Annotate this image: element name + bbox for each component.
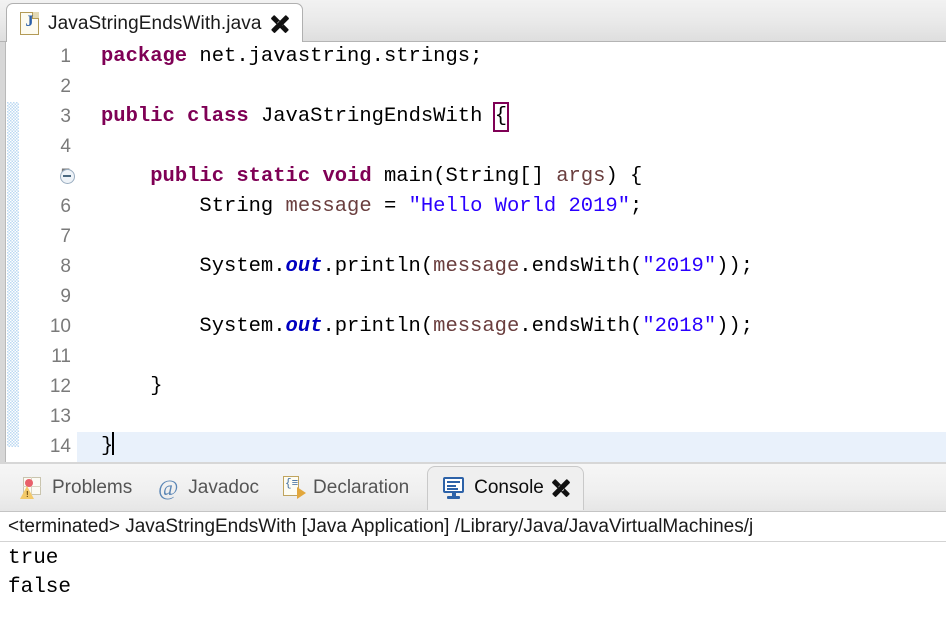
at-icon: @ (156, 476, 180, 500)
line-number: 3 (19, 102, 71, 132)
editor-tab-bar: J JavaStringEndsWith.java (0, 0, 946, 42)
keyword-class: class (187, 105, 249, 128)
class-name: JavaStringEndsWith (249, 105, 495, 128)
println-call: .println( (322, 315, 433, 338)
tab-console[interactable]: Console (427, 466, 584, 510)
semicolon: ; (630, 195, 642, 218)
tab-console-label: Console (474, 477, 544, 499)
declaration-icon: {≡ (283, 476, 305, 499)
editor-tab-label: JavaStringEndsWith.java (48, 13, 262, 35)
system-ref: System. (101, 315, 286, 338)
code-line-10: System.out.println(message.endsWith("201… (101, 312, 753, 342)
method-signature-tail: ) { (605, 165, 642, 188)
code-line-14: } (101, 432, 114, 462)
variable-message: message (286, 195, 372, 218)
problems-icon: ! (20, 476, 44, 500)
string-literal: "Hello World 2019" (409, 195, 630, 218)
tab-problems-label: Problems (52, 477, 132, 499)
tab-declaration-label: Declaration (313, 477, 409, 499)
parameter-args: args (556, 165, 605, 188)
current-line-highlight (77, 432, 946, 462)
line-number: 13 (19, 402, 71, 432)
code-line-3: public class JavaStringEndsWith { (101, 102, 507, 132)
text-caret (112, 432, 114, 455)
line-number: 10 (19, 312, 71, 342)
type-string: String (101, 195, 286, 218)
keyword-static: static (236, 165, 310, 188)
string-literal: "2019" (642, 255, 716, 278)
code-line-1: package net.javastring.strings; (101, 42, 482, 72)
line-number: 1 (19, 42, 71, 72)
eclipse-ide-window: J JavaStringEndsWith.java 1 2 3 4 5 6 7 … (0, 0, 946, 620)
closing-brace-method: } (101, 375, 163, 398)
keyword-void: void (322, 165, 371, 188)
code-line-6: String message = "Hello World 2019"; (101, 192, 642, 222)
line-number: 2 (19, 72, 71, 102)
keyword-public: public (150, 165, 224, 188)
variable-message: message (433, 255, 519, 278)
println-call: .println( (322, 255, 433, 278)
close-icon[interactable] (271, 14, 290, 33)
line-number-ruler: 1 2 3 4 5 6 7 8 9 10 11 12 13 14 (19, 42, 77, 462)
code-editor-area[interactable]: 1 2 3 4 5 6 7 8 9 10 11 12 13 14 package… (0, 42, 946, 462)
console-divider (0, 541, 946, 542)
bottom-view-stack: ! Problems @ Javadoc {≡ Declaration Co (0, 464, 946, 620)
line-number: 7 (19, 222, 71, 252)
line-number: 8 (19, 252, 71, 282)
fold-collapse-icon[interactable] (60, 169, 75, 184)
matching-brace: { (495, 104, 507, 130)
view-tab-bar: ! Problems @ Javadoc {≡ Declaration Co (0, 464, 946, 512)
console-launch-label: <terminated> JavaStringEndsWith [Java Ap… (8, 514, 753, 540)
editor-tab-javastringendswith[interactable]: J JavaStringEndsWith.java (6, 3, 303, 43)
tab-javadoc-label: Javadoc (188, 477, 259, 499)
endswith-call: .endsWith( (519, 315, 642, 338)
code-text-canvas[interactable]: package net.javastring.strings; public c… (77, 42, 946, 462)
code-line-12: } (101, 372, 163, 402)
tab-problems[interactable]: ! Problems (8, 466, 144, 510)
assign-op: = (372, 195, 409, 218)
keyword-package: package (101, 45, 187, 68)
java-file-icon: J (20, 12, 39, 35)
keyword-public: public (101, 105, 175, 128)
call-tail: )); (716, 255, 753, 278)
method-signature: main(String[] (372, 165, 557, 188)
package-name: net.javastring.strings; (187, 45, 482, 68)
console-icon (442, 477, 466, 499)
change-bar-ruler (6, 42, 19, 462)
console-output-text: true false (8, 544, 71, 602)
system-ref: System. (101, 255, 286, 278)
changed-lines-bar (7, 102, 19, 447)
tab-javadoc[interactable]: @ Javadoc (144, 466, 271, 510)
code-line-8: System.out.println(message.endsWith("201… (101, 252, 753, 282)
close-icon[interactable] (552, 479, 571, 498)
variable-message: message (433, 315, 519, 338)
line-number: 4 (19, 132, 71, 162)
static-field-out: out (286, 315, 323, 338)
line-number: 6 (19, 192, 71, 222)
call-tail: )); (716, 315, 753, 338)
endswith-call: .endsWith( (519, 255, 642, 278)
static-field-out: out (286, 255, 323, 278)
line-number: 11 (19, 342, 71, 372)
tab-declaration[interactable]: {≡ Declaration (271, 466, 421, 510)
line-number: 9 (19, 282, 71, 312)
code-line-5: public static void main(String[] args) { (101, 162, 642, 192)
string-literal: "2018" (642, 315, 716, 338)
line-number: 12 (19, 372, 71, 402)
console-output-area[interactable]: <terminated> JavaStringEndsWith [Java Ap… (0, 512, 946, 620)
line-number: 14 (19, 432, 71, 462)
editor-part: J JavaStringEndsWith.java 1 2 3 4 5 6 7 … (0, 0, 946, 462)
